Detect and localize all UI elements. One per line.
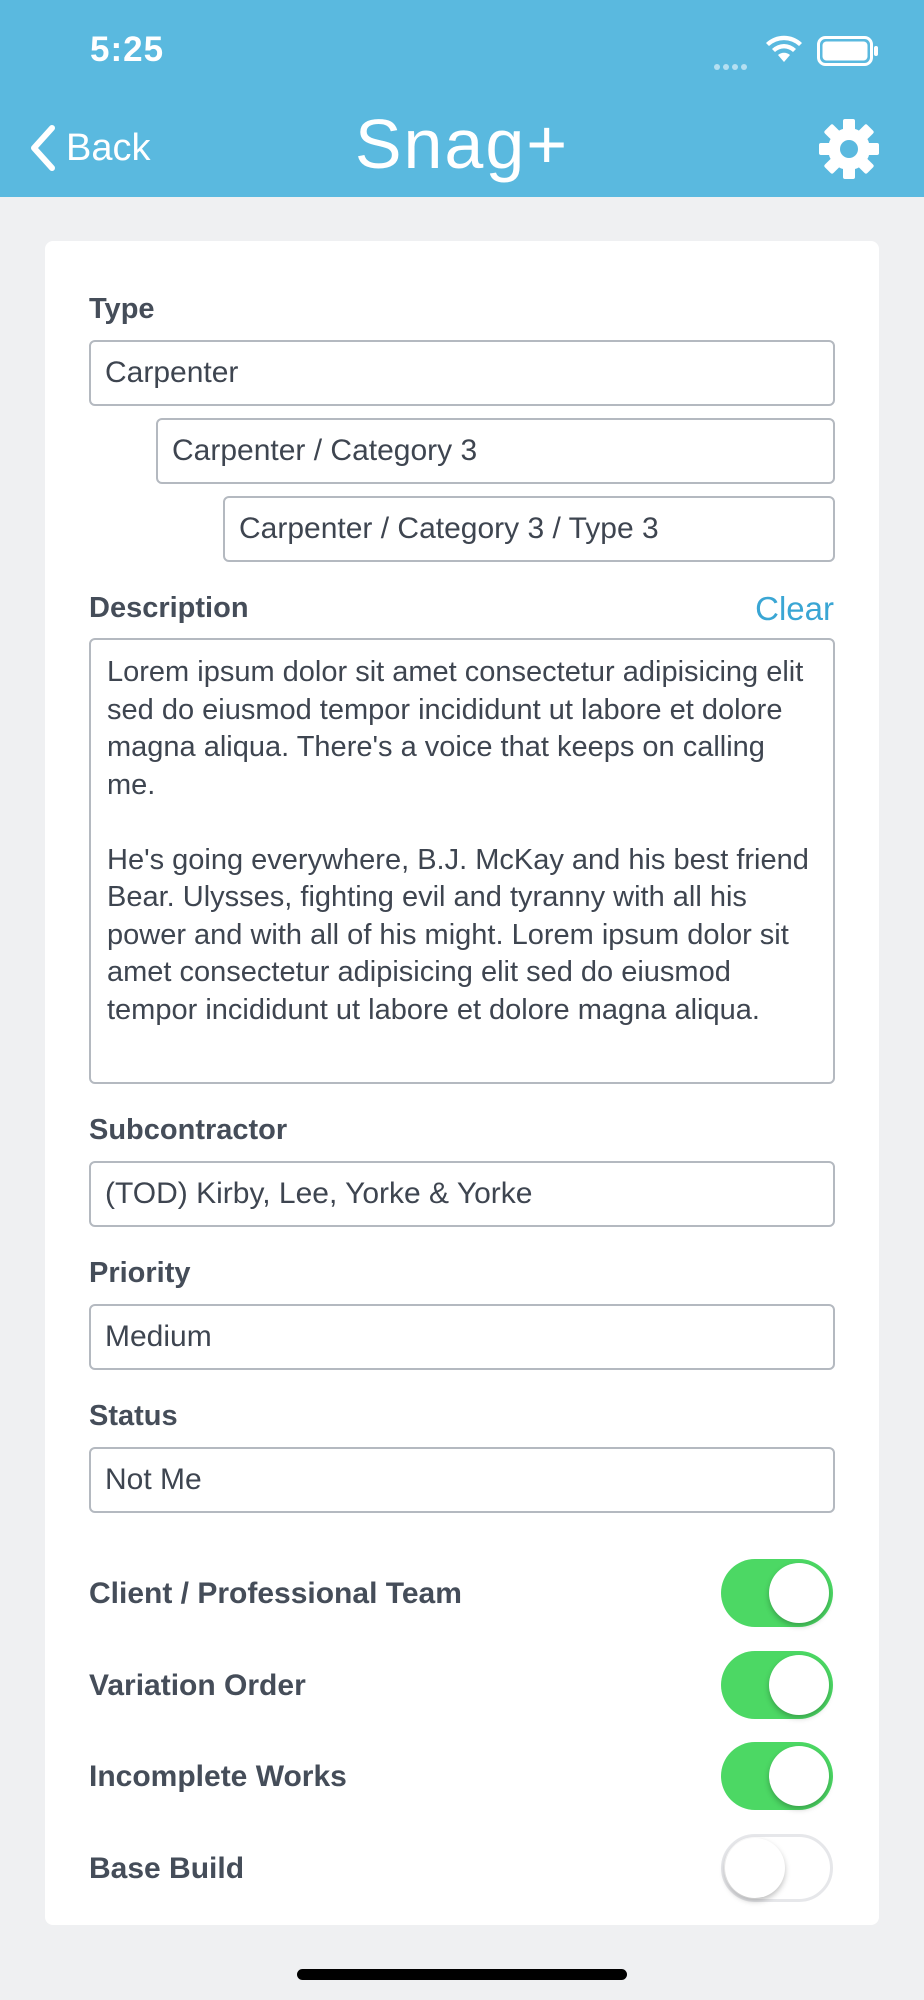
description-label: Description — [89, 592, 249, 624]
subcontractor-field[interactable]: (TOD) Kirby, Lee, Yorke & Yorke — [89, 1161, 835, 1227]
subcontractor-label: Subcontractor — [89, 1114, 288, 1146]
status-time: 5:25 — [90, 30, 165, 69]
priority-label: Priority — [89, 1257, 191, 1289]
type-label: Type — [89, 293, 155, 325]
client-professional-team-label: Client / Professional Team — [89, 1577, 462, 1610]
status-field[interactable]: Not Me — [89, 1447, 835, 1513]
description-textarea[interactable]: Lorem ipsum dolor sit amet consectetur a… — [89, 638, 835, 1084]
toggle-knob — [769, 1655, 829, 1715]
settings-gear-icon[interactable] — [818, 118, 880, 180]
client-professional-team-toggle[interactable] — [721, 1559, 833, 1627]
app-logo: Snag+ — [354, 105, 570, 183]
priority-field[interactable]: Medium — [89, 1304, 835, 1370]
home-indicator — [297, 1969, 627, 1980]
base-build-label: Base Build — [89, 1852, 245, 1885]
clear-description-button[interactable]: Clear — [755, 590, 834, 628]
variation-order-label: Variation Order — [89, 1669, 306, 1702]
toggle-knob — [769, 1563, 829, 1623]
battery-icon — [817, 36, 878, 66]
status-label: Status — [89, 1400, 178, 1432]
incomplete-works-label: Incomplete Works — [89, 1760, 347, 1793]
toggle-knob — [769, 1746, 829, 1806]
description-paragraph-2: He's going everywhere, B.J. McKay and hi… — [107, 843, 809, 1026]
type-field[interactable]: Carpenter — [89, 340, 835, 406]
subtype-field[interactable]: Carpenter / Category 3 / Type 3 — [223, 496, 835, 562]
description-paragraph-1: Lorem ipsum dolor sit amet consectetur a… — [107, 656, 804, 801]
incomplete-works-toggle[interactable] — [721, 1742, 833, 1810]
snag-form-card: Type Carpenter Carpenter / Category 3 Ca… — [45, 241, 879, 1925]
toggle-knob — [725, 1838, 785, 1898]
cellular-signal-icon — [714, 57, 750, 75]
app-header: 5:25 Back Snag+ — [0, 0, 924, 197]
base-build-toggle[interactable] — [721, 1834, 833, 1902]
category-field[interactable]: Carpenter / Category 3 — [156, 418, 835, 484]
wifi-icon — [766, 35, 802, 62]
variation-order-toggle[interactable] — [721, 1651, 833, 1719]
